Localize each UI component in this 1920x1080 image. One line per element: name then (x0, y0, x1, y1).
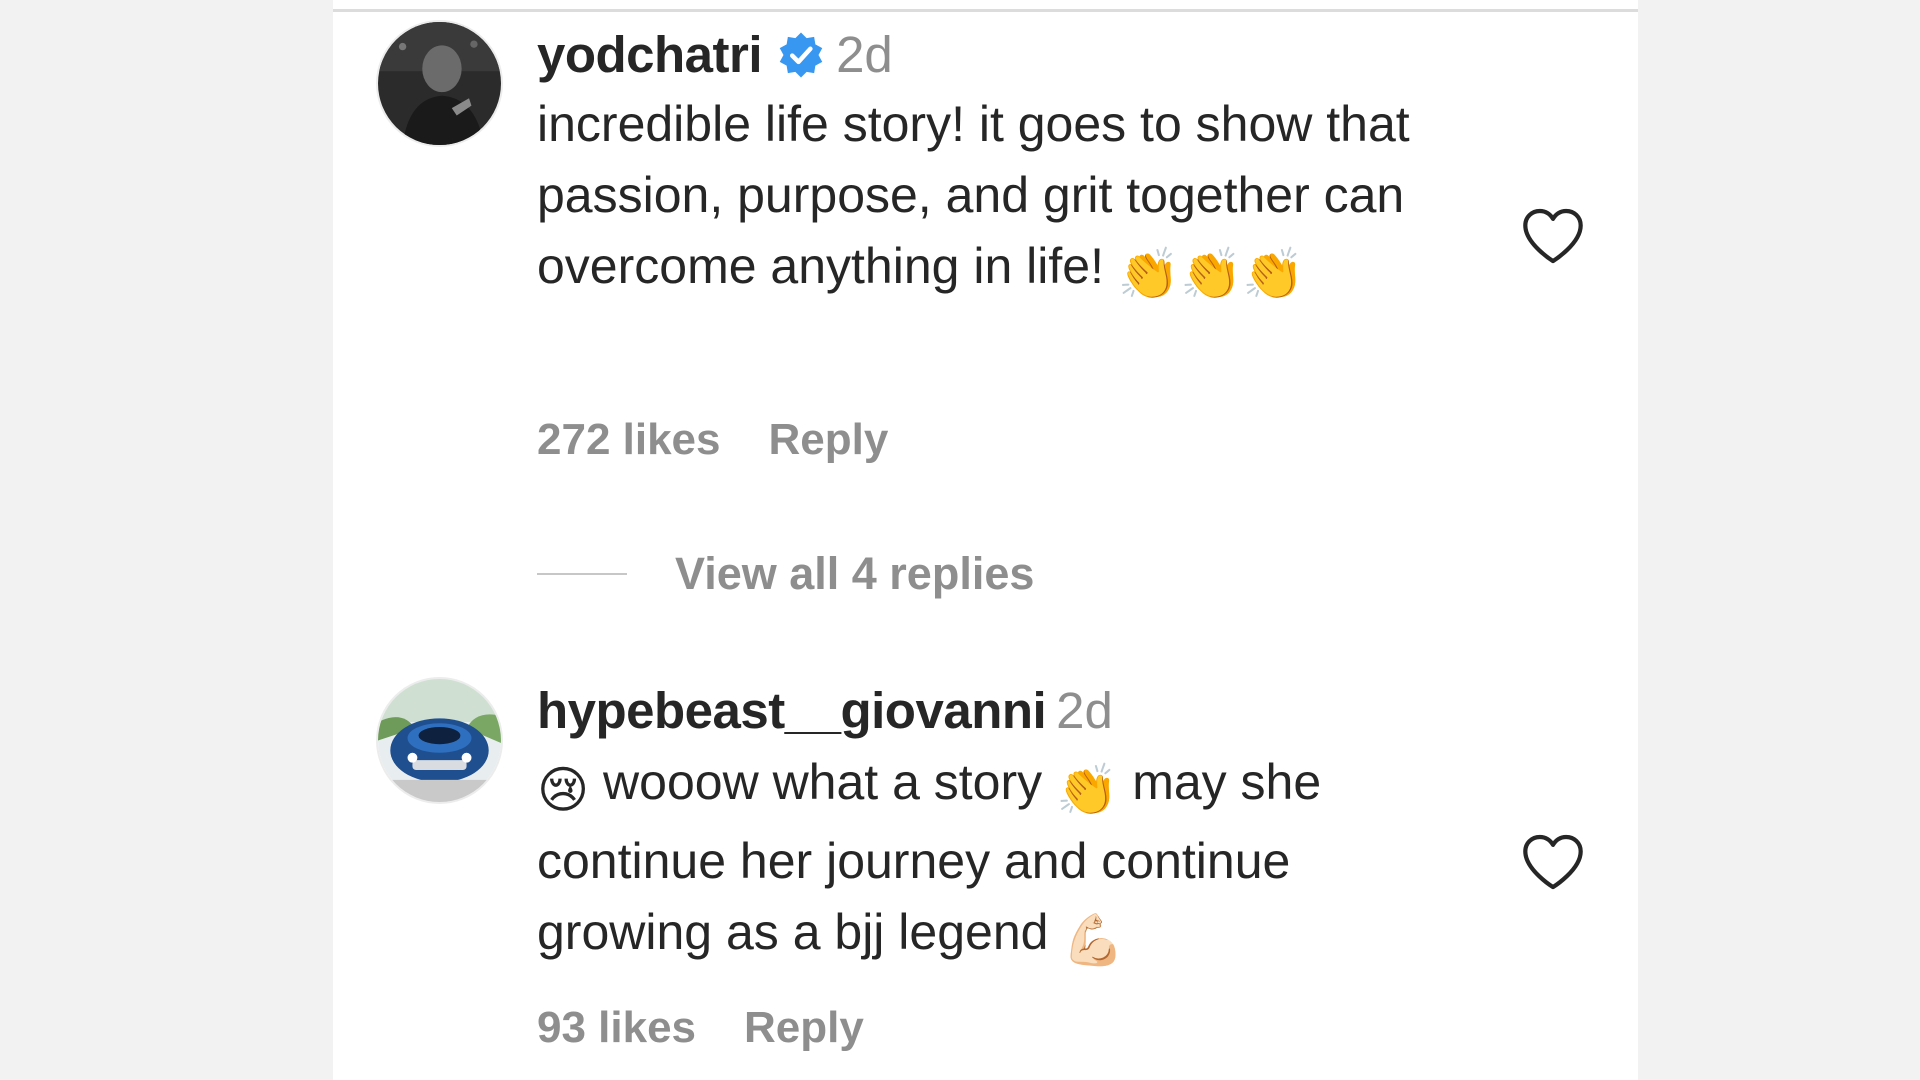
avatar-photo-icon (378, 679, 501, 802)
avatar[interactable] (376, 20, 503, 147)
comment-actions: 93 likes Reply (537, 1003, 864, 1053)
comments-panel: yodchatri 2d incredible life story! it g… (333, 0, 1638, 1080)
clapping-hands-emoji: 👏👏👏 (1117, 246, 1305, 302)
thread-line (537, 573, 627, 575)
timestamp: 2d (836, 26, 893, 83)
likes-count[interactable]: 272 likes (537, 415, 721, 464)
avatar[interactable] (376, 677, 503, 804)
heart-outline-icon (1523, 834, 1583, 890)
like-button[interactable] (1521, 833, 1585, 891)
username[interactable]: yodchatri (537, 26, 763, 83)
avatar-photo-icon (378, 22, 501, 145)
flexed-biceps-emoji: 💪🏻 (1062, 912, 1125, 968)
view-replies-button[interactable]: View all 4 replies (537, 548, 1034, 600)
clapping-hands-emoji: 👏 (1056, 762, 1119, 818)
username[interactable]: hypebeast__giovanni (537, 682, 1047, 739)
comment-text: 😢 wooow what a story 👏 may she continue … (537, 747, 1477, 976)
like-button[interactable] (1521, 207, 1585, 265)
heart-outline-icon (1523, 208, 1583, 264)
reply-button[interactable]: Reply (744, 1003, 864, 1052)
comment-actions: 272 likes Reply (537, 415, 888, 465)
verified-badge-icon (779, 32, 823, 78)
likes-count[interactable]: 93 likes (537, 1003, 696, 1052)
timestamp: 2d (1056, 682, 1113, 739)
comment-body-part1: wooow what a story (603, 754, 1043, 810)
crying-face-emoji: 😢 (537, 762, 590, 818)
comment-header: yodchatri 2d (537, 25, 893, 85)
comment-header: hypebeast__giovanni 2d (537, 681, 1113, 741)
comment-text: incredible life story! it goes to show t… (537, 89, 1477, 310)
view-replies-label: View all 4 replies (675, 548, 1035, 599)
divider (333, 9, 1638, 12)
reply-button[interactable]: Reply (769, 415, 889, 464)
